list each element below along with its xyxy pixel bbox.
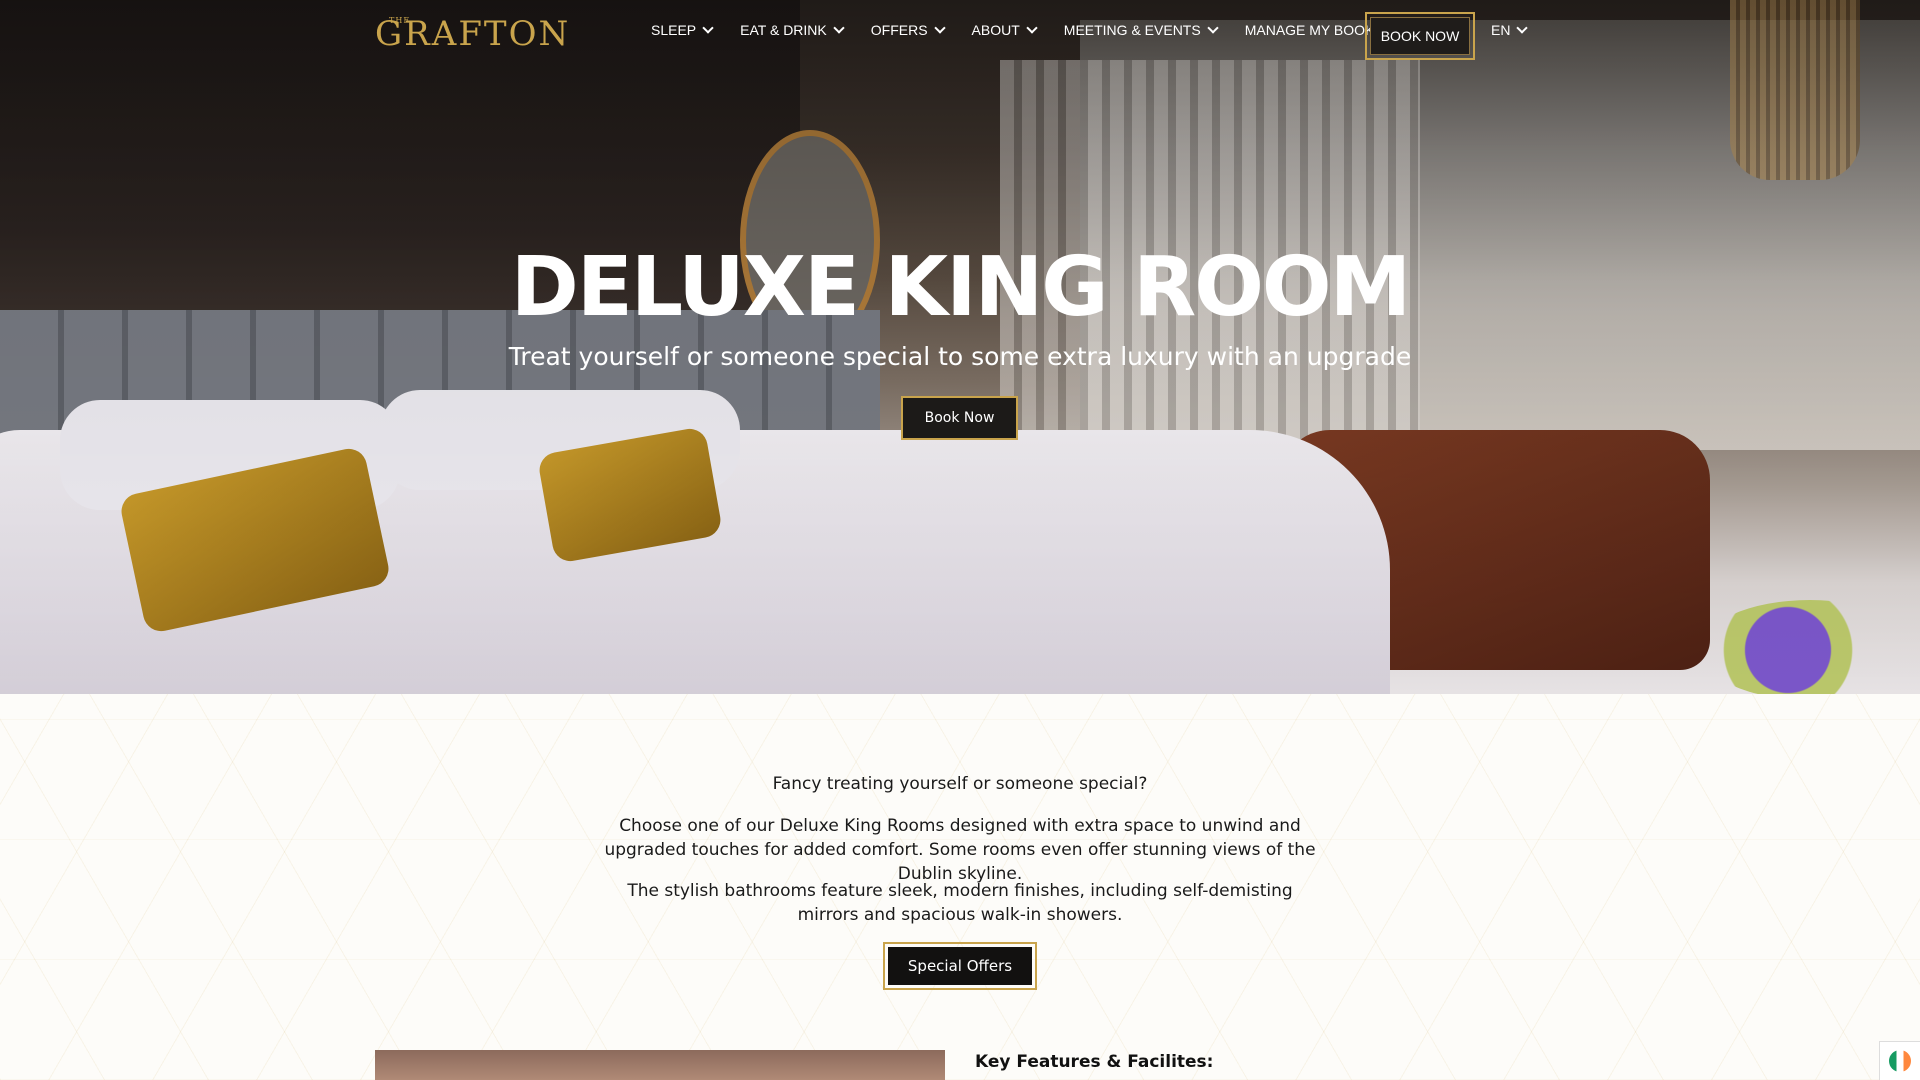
nav-item-about[interactable]: ABOUT — [971, 22, 1038, 38]
room-description-section: Fancy treating yourself or someone speci… — [0, 694, 1920, 1080]
special-offers-label: Special Offers — [888, 947, 1032, 985]
chevron-down-icon — [1026, 22, 1038, 34]
chevron-down-icon — [702, 22, 714, 34]
nav-item-sleep[interactable]: SLEEP — [651, 22, 714, 38]
chevron-down-icon — [933, 22, 946, 34]
nav-item-meeting-events[interactable]: MEETING & EVENTS — [1063, 22, 1219, 38]
nav-item-label: SLEEP — [651, 22, 697, 38]
nav-item-offers[interactable]: OFFERS — [870, 22, 946, 38]
hotel-logo[interactable]: THE GRAFTON — [375, 12, 570, 56]
nav-item-label: ABOUT — [971, 22, 1020, 38]
ireland-flag-icon — [1889, 1050, 1911, 1072]
nav-item-label: MEETING & EVENTS — [1063, 22, 1201, 38]
chevron-down-icon — [1207, 22, 1219, 34]
nav-item-label: EAT & DRINK — [740, 22, 827, 38]
room-gallery-image — [375, 1050, 945, 1080]
language-selector[interactable]: EN — [1491, 22, 1529, 38]
chevron-down-icon — [833, 22, 845, 34]
main-navigation: THE GRAFTON SLEEP EAT & DRINK OFFERS ABO… — [0, 0, 1920, 70]
description-paragraph: Choose one of our Deluxe King Rooms desi… — [604, 816, 1316, 884]
nav-item-label: OFFERS — [870, 22, 928, 38]
key-features-heading: Key Features & Facilites: — [975, 1052, 1214, 1072]
hero-book-now-button[interactable]: Book Now — [901, 396, 1018, 440]
nav-menu: SLEEP EAT & DRINK OFFERS ABOUT MEETING &… — [651, 22, 1427, 38]
nav-item-eat-drink[interactable]: EAT & DRINK — [740, 22, 845, 38]
intro-text: Fancy treating yourself or someone speci… — [772, 774, 1148, 794]
language-label: EN — [1491, 22, 1511, 38]
book-now-nav-label: BOOK NOW — [1370, 17, 1470, 55]
special-offers-button[interactable]: Special Offers — [883, 942, 1037, 990]
book-now-nav-button[interactable]: BOOK NOW — [1365, 12, 1475, 60]
hero-subtitle: Treat yourself or someone special to som… — [508, 342, 1412, 371]
ireland-flag-button[interactable] — [1879, 1041, 1920, 1080]
logo-prefix: THE — [389, 16, 411, 25]
bathroom-paragraph: The stylish bathrooms feature sleek, mod… — [627, 881, 1293, 925]
page-title: DELUXE KING ROOM — [510, 240, 1411, 335]
chevron-down-icon — [1516, 22, 1529, 34]
